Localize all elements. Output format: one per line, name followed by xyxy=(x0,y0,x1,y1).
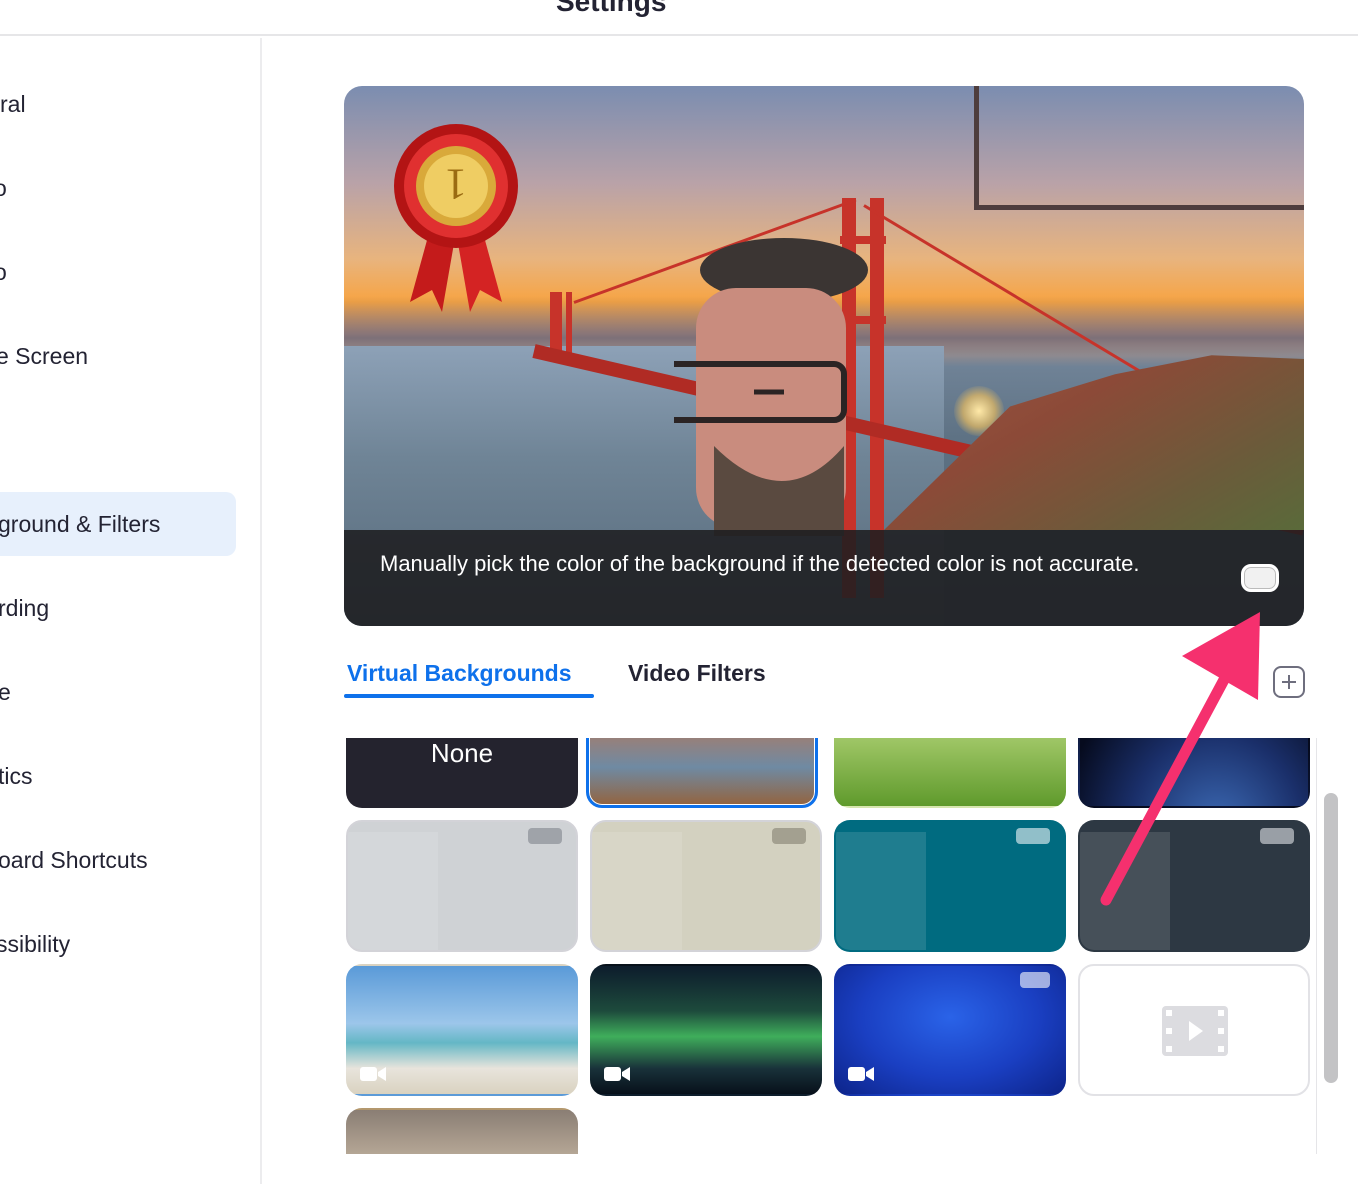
sidebar: ral o o e Screen ground & Filters rding … xyxy=(0,38,262,1184)
sidebar-item-share-screen[interactable]: e Screen xyxy=(0,324,236,388)
crest-watermark xyxy=(592,832,682,950)
preview-cliff xyxy=(884,355,1304,530)
none-label: None xyxy=(430,738,494,768)
person-silhouette xyxy=(674,238,868,536)
color-picker-hint: Manually pick the color of the backgroun… xyxy=(380,551,1140,576)
tab-active-indicator xyxy=(344,694,594,698)
university-logo-icon xyxy=(1260,828,1294,844)
color-picker-banner: Manually pick the color of the backgroun… xyxy=(344,530,1304,626)
video-preview: 1 Manually pick the color of the backgro… xyxy=(344,86,1304,626)
svg-text:1: 1 xyxy=(445,160,467,209)
sidebar-item-general[interactable]: ral xyxy=(0,72,236,136)
sidebar-item-statistics[interactable]: tics xyxy=(0,744,236,808)
background-tile-york-teal[interactable] xyxy=(834,820,1066,952)
sidebar-item-label: o xyxy=(0,240,236,304)
sidebar-item-label: ssibility xyxy=(0,931,71,957)
sidebar-item-video[interactable]: o xyxy=(0,156,236,220)
window-title: Settings xyxy=(556,0,667,17)
background-tile-york-beige[interactable] xyxy=(590,820,822,952)
background-grid: None xyxy=(344,738,1318,1154)
aquarium-logo-icon xyxy=(1020,972,1050,988)
sidebar-item-background-filters[interactable]: ground & Filters xyxy=(0,492,236,556)
sidebar-item-label: ral xyxy=(0,91,26,117)
university-logo-icon xyxy=(528,828,562,844)
university-logo-icon xyxy=(772,828,806,844)
sidebar-item-recording[interactable]: rding xyxy=(0,576,236,640)
sidebar-item-label: rding xyxy=(0,595,50,621)
sidebar-item-audio[interactable]: o xyxy=(0,240,236,304)
award-ribbon-icon: 1 xyxy=(394,124,518,312)
background-color-picker[interactable] xyxy=(1241,564,1279,592)
crest-watermark xyxy=(348,832,438,950)
sidebar-item-label: o xyxy=(0,156,236,220)
background-tile-golden-gate[interactable] xyxy=(586,738,818,808)
tab-virtual-backgrounds[interactable]: Virtual Backgrounds xyxy=(347,650,572,696)
background-tile-york-slate[interactable] xyxy=(1078,820,1310,952)
scrollbar-thumb[interactable] xyxy=(1324,793,1338,1083)
video-camera-icon xyxy=(604,1067,630,1081)
sidebar-item-label: ground & Filters xyxy=(0,511,161,537)
background-tile-beach[interactable] xyxy=(346,964,578,1096)
video-camera-icon xyxy=(360,1067,386,1081)
sidebar-item-label: tics xyxy=(0,763,33,789)
tab-video-filters[interactable]: Video Filters xyxy=(628,650,766,696)
background-tile-aurora[interactable] xyxy=(590,964,822,1096)
title-bar: Settings xyxy=(0,0,1358,36)
sidebar-item-accessibility[interactable]: ssibility xyxy=(0,912,236,976)
background-tile-video-placeholder[interactable] xyxy=(1078,964,1310,1096)
background-tile-jellyfish[interactable] xyxy=(834,964,1066,1096)
background-tile-grass[interactable] xyxy=(834,738,1066,808)
sidebar-item-chat[interactable] xyxy=(0,408,236,472)
picture-frame xyxy=(974,86,1304,210)
background-tile-none[interactable]: None xyxy=(346,738,578,808)
background-tile-earth[interactable] xyxy=(1078,738,1310,808)
sidebar-item-label: e Screen xyxy=(0,343,89,369)
crest-watermark xyxy=(836,832,926,950)
crest-watermark xyxy=(1080,832,1170,950)
sidebar-item-label: e xyxy=(0,660,236,724)
background-tile-york-grey[interactable] xyxy=(346,820,578,952)
sidebar-item-profile[interactable]: e xyxy=(0,660,236,724)
add-background-button[interactable] xyxy=(1273,666,1305,698)
sidebar-item-keyboard-shortcuts[interactable]: oard Shortcuts xyxy=(0,828,236,892)
video-camera-icon xyxy=(848,1067,874,1081)
background-tile-room[interactable] xyxy=(346,1108,578,1154)
video-file-icon xyxy=(1162,1006,1228,1056)
sidebar-item-label: oard Shortcuts xyxy=(0,847,148,873)
university-logo-icon xyxy=(1016,828,1050,844)
